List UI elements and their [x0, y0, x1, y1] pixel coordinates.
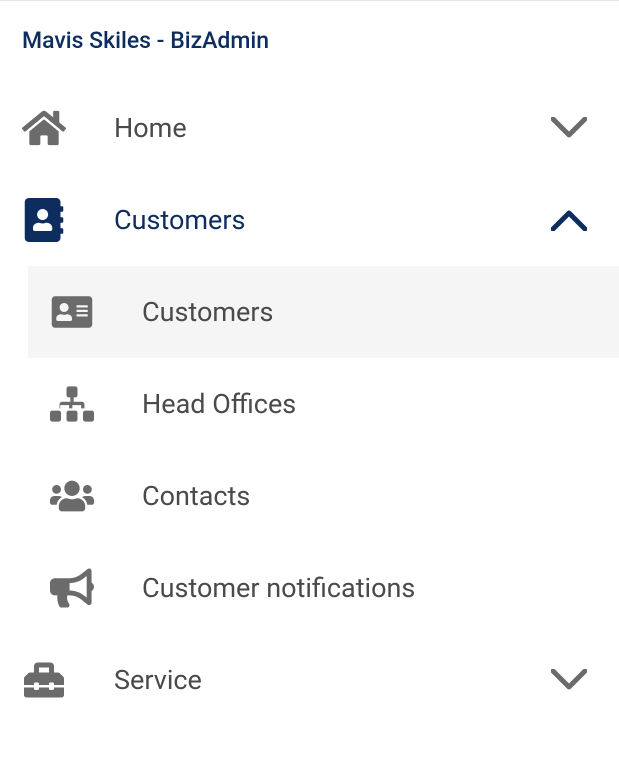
- id-card-icon: [50, 290, 94, 334]
- sub-nav-notifications-label: Customer notifications: [142, 572, 597, 604]
- home-icon: [22, 106, 66, 150]
- nav-item-service-label: Service: [114, 664, 549, 696]
- sub-nav-customers[interactable]: Customers: [28, 266, 619, 358]
- chevron-down-icon: [549, 660, 589, 700]
- sub-nav-notifications[interactable]: Customer notifications: [28, 542, 619, 634]
- toolbox-icon: [22, 658, 66, 702]
- user-role-header: Mavis Skiles - BizAdmin: [0, 9, 619, 82]
- customers-submenu: Customers Head Offices Contacts: [0, 266, 619, 634]
- users-icon: [50, 474, 94, 518]
- sub-nav-contacts[interactable]: Contacts: [28, 450, 619, 542]
- nav-item-customers-label: Customers: [114, 204, 549, 236]
- nav-item-service[interactable]: Service: [0, 634, 619, 726]
- sub-nav-head-offices[interactable]: Head Offices: [28, 358, 619, 450]
- sub-nav-contacts-label: Contacts: [142, 480, 597, 512]
- nav-item-home[interactable]: Home: [0, 82, 619, 174]
- chevron-up-icon: [549, 200, 589, 240]
- nav-item-home-label: Home: [114, 112, 549, 144]
- sub-nav-head-offices-label: Head Offices: [142, 388, 597, 420]
- nav-item-customers[interactable]: Customers: [0, 174, 619, 266]
- chevron-down-icon: [549, 108, 589, 148]
- bullhorn-icon: [50, 566, 94, 610]
- sub-nav-customers-label: Customers: [142, 296, 597, 328]
- address-book-icon: [22, 198, 66, 242]
- sitemap-icon: [50, 382, 94, 426]
